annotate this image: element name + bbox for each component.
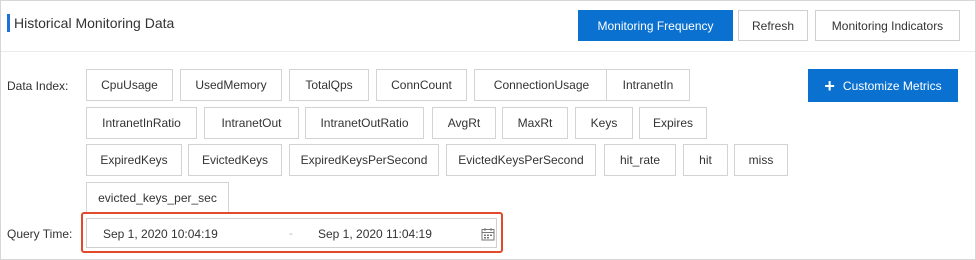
date-separator: - [289,226,293,240]
metric-chip[interactable]: ConnectionUsage [474,69,609,101]
metric-chip[interactable]: MaxRt [502,107,568,139]
monitoring-frequency-button[interactable]: Monitoring Frequency [578,10,733,41]
metric-chip[interactable]: ConnCount [376,69,467,101]
metric-chip[interactable]: EvictedKeysPerSecond [446,144,596,176]
title-accent-bar [7,14,10,32]
page-title: Historical Monitoring Data [14,15,175,31]
metric-chip[interactable]: Keys [575,107,633,139]
metric-chip[interactable]: Expires [639,107,707,139]
metric-chip[interactable]: IntranetOut [204,107,299,139]
metric-chip[interactable]: CpuUsage [86,69,173,101]
customize-metrics-button[interactable]: + Customize Metrics [808,69,958,102]
refresh-button[interactable]: Refresh [738,10,808,41]
metric-chip[interactable]: hit_rate [604,144,676,176]
metric-chip[interactable]: ExpiredKeys [86,144,182,176]
metric-chip[interactable]: UsedMemory [180,69,282,101]
end-date[interactable]: Sep 1, 2020 11:04:19 [318,227,432,241]
metric-chip[interactable]: evicted_keys_per_sec [86,182,229,214]
metric-chip[interactable]: miss [734,144,788,176]
monitoring-panel: Historical Monitoring Data Monitoring Fr… [0,0,976,260]
query-time-label: Query Time: [7,227,73,241]
monitoring-indicators-button[interactable]: Monitoring Indicators [815,10,960,41]
metric-chip[interactable]: ExpiredKeysPerSecond [289,144,439,176]
metric-chip[interactable]: IntranetInRatio [86,107,197,139]
metric-chip[interactable]: IntranetOutRatio [305,107,424,139]
date-range-picker[interactable]: Sep 1, 2020 10:04:19 - Sep 1, 2020 11:04… [86,218,497,248]
metric-chip[interactable]: IntranetIn [606,69,690,101]
header-divider [1,51,975,52]
metric-chip[interactable]: EvictedKeys [188,144,282,176]
calendar-icon[interactable] [481,227,495,241]
data-index-label: Data Index: [7,79,69,93]
start-date[interactable]: Sep 1, 2020 10:04:19 [103,227,218,241]
metric-chip[interactable]: AvgRt [432,107,496,139]
metric-chip[interactable]: TotalQps [289,69,369,101]
metric-chip[interactable]: hit [683,144,728,176]
customize-metrics-label: Customize Metrics [842,78,942,93]
plus-icon: + [824,75,835,96]
